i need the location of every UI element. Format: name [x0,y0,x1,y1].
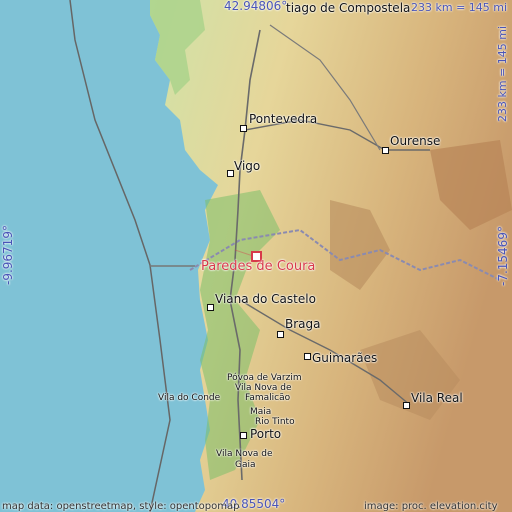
place-vigo: Vigo [234,159,261,173]
place-porto-dot [240,432,247,439]
place-porto: Porto [250,427,282,441]
place-guimaraes-dot [304,353,311,360]
place-vigo-dot [227,170,234,177]
focus-place-label: Paredes de Coura [201,259,316,274]
place-ourense-dot [382,147,389,154]
place-pontevedra-dot [240,125,247,132]
scale-bar-top: 233 km = 145 mi [411,1,508,14]
place-braga-dot [277,331,284,338]
place-pontevedra: Pontevedra [249,112,318,126]
elevation-map[interactable]: 42.94806° 40.85504° -9.96719° -7.15469° … [0,0,512,512]
coord-right: -7.15469° [496,226,510,286]
scale-bar-right: 233 km = 145 mi [496,25,509,122]
place-vila-real-dot [403,402,410,409]
place-famalicao-2: Famalicão [245,393,291,403]
place-rio-tinto: Rio Tinto [255,417,295,427]
place-povoa: Póvoa de Varzim [227,373,302,383]
place-gaia-1: Vila Nova de [216,449,273,459]
place-famalicao-1: Vila Nova de [235,383,292,393]
coord-left: -9.96719° [1,225,15,285]
place-guimaraes: Guimarães [312,351,378,365]
place-braga: Braga [285,317,321,331]
place-vila-real: Vila Real [411,391,463,405]
coord-top: 42.94806° [224,0,288,13]
place-maia: Maia [250,407,272,417]
place-ourense: Ourense [390,134,441,148]
place-viana: Viana do Castelo [215,292,316,306]
attribution-osm: map data: openstreetmap, style: opentopo… [2,501,240,512]
place-viana-dot [207,304,214,311]
place-gaia-2: Gaia [235,460,256,470]
attribution-elevation: image: proc. elevation.city [364,501,498,512]
place-vila-conde: Vila do Conde [158,393,221,403]
place-santiago: tiago de Compostela [286,1,411,15]
